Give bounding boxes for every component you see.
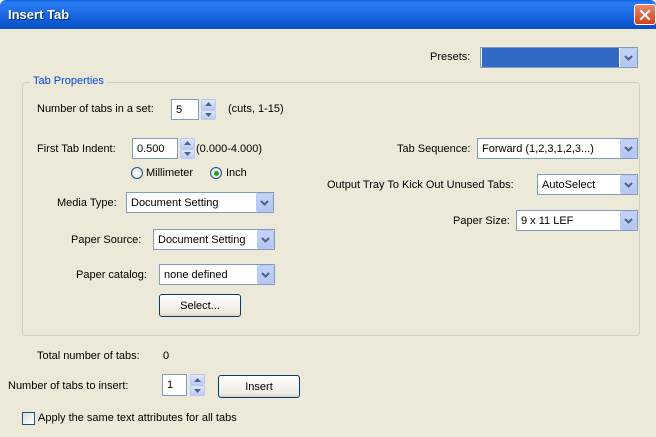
presets-value — [482, 48, 619, 67]
presets-select[interactable] — [480, 47, 638, 68]
insert-count-spinner[interactable] — [190, 374, 205, 396]
arrow-down-icon — [184, 151, 191, 156]
tab-sequence-label: Tab Sequence: — [397, 143, 471, 155]
num-tabs-label: Number of tabs in a set: — [37, 103, 154, 115]
media-type-dropdown-button[interactable] — [256, 193, 273, 212]
apply-same-attrs-checkbox[interactable] — [22, 412, 35, 425]
first-indent-input[interactable]: 0.500 — [132, 138, 178, 159]
media-type-label: Media Type: — [57, 197, 117, 209]
window-title: Insert Tab — [8, 7, 70, 22]
millimeter-label[interactable]: Millimeter — [146, 167, 193, 179]
arrow-up-icon — [184, 141, 191, 146]
paper-catalog-value: none defined — [164, 268, 228, 281]
tab-sequence-select[interactable]: Forward (1,2,3,1,2,3...) — [477, 138, 638, 159]
select-button[interactable]: Select... — [159, 294, 241, 317]
paper-size-value: 9 x 11 LEF — [521, 214, 574, 227]
first-indent-value: 0.500 — [137, 142, 165, 155]
tab-properties-group — [22, 82, 640, 336]
arrow-down-icon — [194, 388, 201, 393]
chevron-down-icon — [261, 271, 270, 278]
presets-dropdown-button[interactable] — [620, 48, 637, 67]
insert-count-label: Number of tabs to insert: — [8, 380, 129, 392]
num-tabs-spinner[interactable] — [201, 99, 216, 120]
paper-source-dropdown-button[interactable] — [257, 230, 274, 249]
paper-catalog-dropdown-button[interactable] — [257, 265, 274, 284]
paper-catalog-label: Paper catalog: — [76, 269, 147, 281]
total-tabs-label: Total number of tabs: — [37, 350, 140, 362]
output-tray-value: AutoSelect — [542, 178, 596, 191]
close-button[interactable] — [634, 4, 656, 25]
paper-size-select[interactable]: 9 x 11 LEF — [516, 210, 638, 231]
arrow-up-icon — [205, 102, 212, 107]
spin-up-button[interactable] — [180, 138, 195, 149]
paper-source-value: Document Setting — [158, 233, 246, 246]
first-indent-range: (0.000-4.000) — [196, 143, 263, 155]
inch-radio[interactable] — [210, 167, 222, 179]
insert-button[interactable]: Insert — [218, 375, 300, 398]
spin-down-button[interactable] — [201, 109, 216, 120]
paper-size-dropdown-button[interactable] — [620, 211, 637, 230]
media-type-value: Document Setting — [131, 196, 219, 209]
paper-source-label: Paper Source: — [71, 234, 142, 246]
insert-count-value: 1 — [167, 379, 174, 391]
chevron-down-icon — [624, 181, 633, 188]
num-tabs-range: (cuts, 1-15) — [228, 103, 284, 115]
paper-source-select[interactable]: Document Setting — [153, 229, 275, 250]
paper-catalog-select[interactable]: none defined — [159, 264, 275, 285]
total-tabs-value: 0 — [163, 350, 170, 362]
first-indent-spinner[interactable] — [180, 138, 195, 159]
inch-label[interactable]: Inch — [226, 167, 247, 179]
presets-label: Presets: — [430, 51, 471, 63]
output-tray-select[interactable]: AutoSelect — [537, 174, 638, 195]
paper-size-label: Paper Size: — [453, 215, 510, 227]
arrow-up-icon — [194, 377, 201, 382]
arrow-down-icon — [205, 112, 212, 117]
tab-properties-legend: Tab Properties — [30, 75, 107, 87]
spin-down-button[interactable] — [190, 385, 205, 396]
first-indent-label: First Tab Indent: — [37, 143, 116, 155]
close-icon — [639, 9, 651, 20]
tab-sequence-dropdown-button[interactable] — [620, 139, 637, 158]
chevron-down-icon — [261, 236, 270, 243]
millimeter-radio[interactable] — [131, 167, 143, 179]
output-tray-label: Output Tray To Kick Out Unused Tabs: — [327, 179, 514, 191]
spin-up-button[interactable] — [201, 99, 216, 110]
chevron-down-icon — [624, 145, 633, 152]
spin-up-button[interactable] — [190, 374, 205, 385]
num-tabs-input[interactable]: 5 — [171, 99, 199, 120]
spin-down-button[interactable] — [180, 148, 195, 159]
chevron-down-icon — [624, 217, 633, 224]
tab-sequence-value: Forward (1,2,3,1,2,3...) — [482, 142, 594, 155]
chevron-down-icon — [260, 199, 269, 206]
title-bar — [0, 0, 656, 29]
chevron-down-icon — [624, 54, 633, 61]
radio-selected-dot — [213, 170, 219, 176]
num-tabs-value: 5 — [176, 103, 183, 116]
media-type-select[interactable]: Document Setting — [126, 192, 274, 213]
insert-count-input[interactable]: 1 — [162, 374, 187, 396]
output-tray-dropdown-button[interactable] — [620, 175, 637, 194]
apply-same-attrs-label[interactable]: Apply the same text attributes for all t… — [38, 412, 237, 424]
